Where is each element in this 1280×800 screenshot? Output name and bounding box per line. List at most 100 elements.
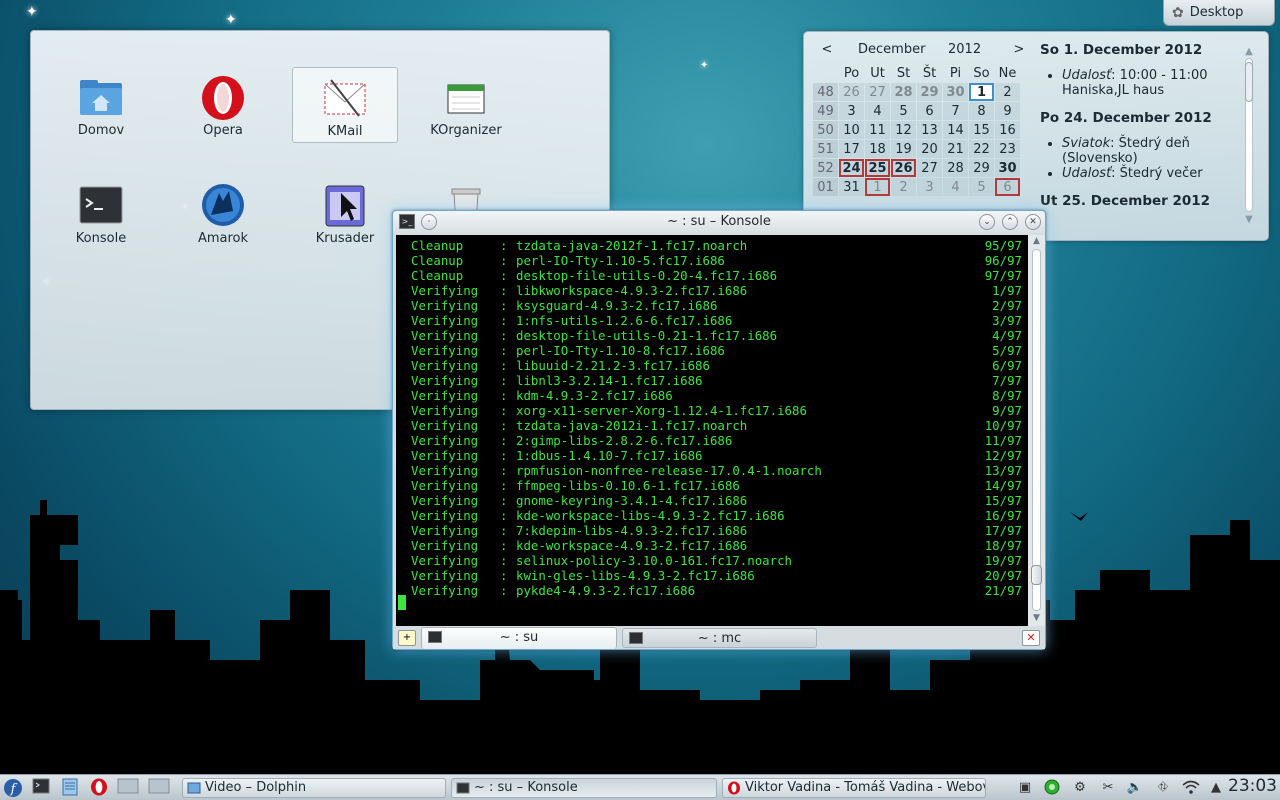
scroll-down-arrow-icon[interactable]: ▼	[1242, 214, 1256, 225]
scrollbar-thumb[interactable]	[1031, 565, 1042, 585]
next-month-button[interactable]: >	[1010, 42, 1028, 57]
calendar-day[interactable]: 5	[969, 178, 994, 196]
task-dolphin[interactable]: Video – Dolphin	[182, 778, 446, 798]
calendar-day-holiday[interactable]: 6	[995, 178, 1020, 196]
calendar-day[interactable]: 2	[891, 178, 916, 196]
calendar-day-holiday[interactable]: 1	[865, 178, 890, 196]
terminal-line-count: 12/97	[984, 448, 1022, 463]
task-opera-browser[interactable]: Viktor Vadina - Tomáš Vadina - Webov	[722, 778, 986, 798]
terminal-line-package: xorg-x11-server-Xorg-1.12.4-1.fc17.i686	[516, 403, 807, 418]
scissors-icon[interactable]: ✂	[1099, 779, 1117, 797]
calendar-day[interactable]: 4	[865, 102, 890, 120]
window-title: ~ : su – Konsole	[667, 214, 771, 229]
calendar-day[interactable]: 30	[943, 83, 968, 101]
calendar-day[interactable]: 5	[891, 102, 916, 120]
calendar-day[interactable]: 18	[865, 140, 890, 158]
tray-expand-arrow-icon[interactable]: ▲	[1207, 779, 1225, 797]
desktop-icon-korganizer[interactable]: KOrganizer	[413, 67, 519, 143]
terminal-line-action: Cleanup	[411, 253, 464, 268]
launcher-file-manager[interactable]	[59, 778, 81, 798]
digital-clock[interactable]: 23:03	[1228, 776, 1277, 796]
calendar-day[interactable]: 6	[917, 102, 942, 120]
wifi-icon[interactable]	[1182, 779, 1200, 797]
calendar-day[interactable]: 21	[943, 140, 968, 158]
calendar-day[interactable]: 10	[839, 121, 864, 139]
events-scrollbar[interactable]: ▲ ▼	[1242, 46, 1256, 226]
weekday-header: Pi	[949, 65, 962, 81]
calendar-day[interactable]: 17	[839, 140, 864, 158]
weekday-header: Po	[843, 65, 860, 81]
calendar-day[interactable]: 14	[943, 121, 968, 139]
volume-icon[interactable]: 🔈	[1126, 779, 1144, 797]
calendar-day-holiday[interactable]: 24	[839, 159, 864, 177]
calendar-day[interactable]: 9	[995, 102, 1020, 120]
calendar-day[interactable]: 23	[995, 140, 1020, 158]
desktop-icon-amarok[interactable]: Amarok	[170, 175, 276, 251]
desktop-icon-kmail[interactable]: KMail	[292, 67, 398, 143]
calendar-day[interactable]: 3	[917, 178, 942, 196]
kmail-icon	[324, 79, 366, 117]
calendar-day[interactable]: 16	[995, 121, 1020, 139]
tab-su[interactable]: ~ : su	[421, 627, 617, 649]
scroll-down-arrow-icon[interactable]: ▼	[1028, 613, 1045, 623]
calendar-day-selected[interactable]: 1	[969, 83, 994, 101]
calendar-day[interactable]: 19	[891, 140, 916, 158]
desktop-icon-krusader[interactable]: Krusader	[292, 175, 398, 251]
week-number: 51	[813, 140, 838, 158]
close-button[interactable]: ✕	[1025, 214, 1041, 230]
calendar-day[interactable]: 27	[917, 159, 942, 177]
calendar-day[interactable]: 22	[969, 140, 994, 158]
calendar-day[interactable]: 12	[891, 121, 916, 139]
calendar-day[interactable]: 11	[865, 121, 890, 139]
minimize-button[interactable]: ⌄	[979, 214, 995, 230]
calendar-year[interactable]: 2012	[948, 42, 981, 57]
network-icon[interactable]: ⛗	[1154, 779, 1172, 797]
virtual-desktop-2[interactable]	[148, 778, 170, 798]
maximize-button[interactable]: ⌃	[1002, 214, 1018, 230]
desktop-icon-opera[interactable]: Opera	[170, 67, 276, 143]
klipper-icon[interactable]: ▣	[1016, 779, 1034, 797]
terminal-output[interactable]: Cleanup tzdata-java-2012f-1.fc17.noarch 95…	[396, 235, 1028, 626]
calendar-day[interactable]: 29	[917, 83, 942, 101]
window-titlebar[interactable]: >_ · ~ : su – Konsole ⌄ ⌃ ✕	[393, 211, 1045, 233]
calendar-day[interactable]: 13	[917, 121, 942, 139]
application-launcher-button[interactable]: f	[2, 778, 24, 798]
calendar-day[interactable]: 26	[839, 83, 864, 101]
task-konsole[interactable]: ~ : su – Konsole	[451, 778, 717, 798]
calendar-day[interactable]: 3	[839, 102, 864, 120]
terminal-scrollbar[interactable]: ▲ ▼	[1028, 235, 1045, 626]
calendar-day[interactable]: 7	[943, 102, 968, 120]
close-tab-button[interactable]: ✕	[1022, 630, 1040, 646]
calendar-month[interactable]: December	[858, 42, 925, 57]
calendar-day-holiday[interactable]: 25	[865, 159, 890, 177]
launcher-opera[interactable]	[88, 778, 110, 798]
scroll-up-arrow-icon[interactable]: ▲	[1028, 236, 1045, 246]
update-status-icon[interactable]	[1043, 779, 1061, 797]
desktop-icon-domov[interactable]: Domov	[48, 67, 154, 143]
calendar-day[interactable]: 15	[969, 121, 994, 139]
new-tab-button[interactable]: +	[398, 630, 416, 646]
calendar-day[interactable]: 4	[943, 178, 968, 196]
system-settings-icon[interactable]: ⚙	[1071, 779, 1089, 797]
scrollbar-track[interactable]	[1032, 249, 1041, 611]
scroll-up-arrow-icon[interactable]: ▲	[1242, 46, 1256, 57]
virtual-desktop-1[interactable]	[117, 778, 139, 798]
calendar-day[interactable]: 28	[891, 83, 916, 101]
calendar-day[interactable]: 20	[917, 140, 942, 158]
calendar-day[interactable]: 27	[865, 83, 890, 101]
desktop-icon-konsole[interactable]: Konsole	[48, 175, 154, 251]
calendar-day-holiday[interactable]: 26	[891, 159, 916, 177]
terminal-line-action: Verifying	[411, 463, 479, 478]
calendar-day[interactable]: 28	[943, 159, 968, 177]
calendar-day[interactable]: 29	[969, 159, 994, 177]
previous-month-button[interactable]: <	[818, 42, 836, 57]
task-label: ~ : su – Konsole	[474, 780, 578, 795]
launcher-konsole[interactable]	[30, 778, 52, 798]
tab-mc[interactable]: ~ : mc	[622, 628, 817, 648]
calendar-day[interactable]: 2	[995, 83, 1020, 101]
desktop-toolbox-button[interactable]: ✿ Desktop	[1163, 0, 1275, 26]
calendar-day[interactable]: 8	[969, 102, 994, 120]
calendar-day[interactable]: 31	[839, 178, 864, 196]
scrollbar-thumb[interactable]	[1245, 62, 1253, 102]
calendar-day[interactable]: 30	[995, 159, 1020, 177]
